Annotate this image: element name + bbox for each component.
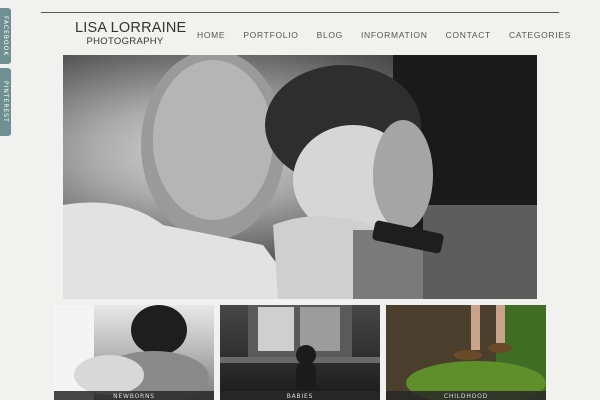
babies-thumbnail (220, 305, 380, 393)
category-newborns[interactable]: Newborns (54, 305, 214, 400)
nav-contact[interactable]: CONTACT (446, 30, 491, 40)
category-caption: Childhood (386, 391, 546, 400)
nav-portfolio[interactable]: PORTFOLIO (243, 30, 298, 40)
nav-categories[interactable]: CATEGORIES (509, 30, 571, 40)
logo-name: LISA LORRAINE (75, 20, 187, 36)
site-logo[interactable]: LISA LORRAINE PHOTOGRAPHY (75, 20, 187, 48)
main-nav: HOME PORTFOLIO BLOG INFORMATION CONTACT … (197, 30, 589, 40)
nav-home[interactable]: HOME (197, 30, 225, 40)
pinterest-tab[interactable]: PINTEREST (0, 68, 11, 136)
category-caption: Babies (220, 391, 380, 400)
logo-subtitle: PHOTOGRAPHY (86, 36, 164, 47)
pinterest-label: PINTEREST (2, 81, 9, 123)
category-childhood[interactable]: Childhood (386, 305, 546, 400)
childhood-thumbnail (386, 305, 546, 400)
category-caption: Newborns (54, 391, 214, 400)
category-babies[interactable]: Babies (220, 305, 380, 400)
facebook-label: FACEBOOK (2, 15, 9, 57)
header-divider (41, 12, 559, 13)
nav-blog[interactable]: BLOG (317, 30, 343, 40)
nav-information[interactable]: INFORMATION (361, 30, 428, 40)
hero-photo (63, 55, 537, 299)
newborns-thumbnail (54, 305, 209, 400)
hero-photo-illustration (63, 55, 537, 299)
facebook-tab[interactable]: FACEBOOK (0, 8, 11, 64)
